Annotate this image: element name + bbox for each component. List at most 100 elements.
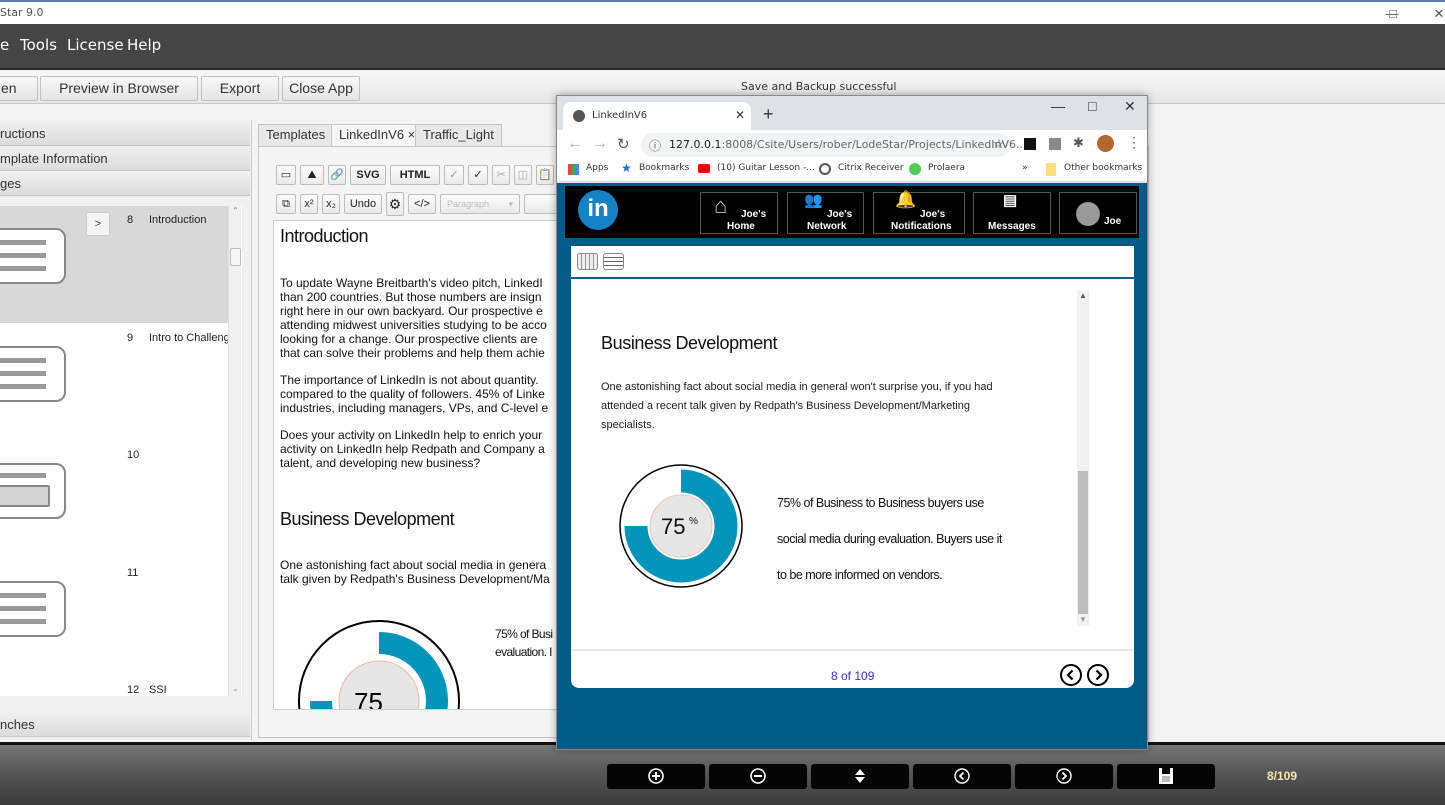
page-list-item[interactable]: 10: [0, 441, 228, 558]
close-button[interactable]: ✕: [1416, 4, 1445, 24]
close-tab-icon[interactable]: ✕: [735, 108, 745, 122]
superscript-icon[interactable]: x²: [300, 194, 318, 214]
html-button[interactable]: HTML: [390, 165, 440, 185]
check-icon[interactable]: ✓: [468, 165, 488, 185]
bookmark-other[interactable]: Other bookmarks: [1064, 163, 1142, 173]
star-icon[interactable]: ☆: [993, 136, 1005, 152]
scroll-up-icon[interactable]: ▲: [1079, 291, 1087, 300]
expand-button[interactable]: >: [86, 212, 110, 236]
tab-traffic-light[interactable]: Traffic_Light: [415, 124, 502, 146]
browser-maximize-button[interactable]: □: [1088, 98, 1096, 114]
bookmark-prolaera[interactable]: Prolaera: [928, 163, 965, 173]
bookmark-guitar-lesson[interactable]: (10) Guitar Lesson -...: [717, 163, 815, 173]
previous-button[interactable]: [913, 764, 1011, 789]
accordion-instructions[interactable]: ructions: [0, 121, 250, 146]
zoom-in-button[interactable]: [607, 764, 705, 789]
browser-minimize-button[interactable]: —: [1051, 98, 1065, 114]
accordion-launches[interactable]: nches: [0, 712, 250, 737]
scroll-up-icon[interactable]: ⌃: [230, 206, 241, 216]
reload-icon[interactable]: ↻: [617, 135, 630, 153]
sort-icon: [855, 769, 865, 783]
svg-button[interactable]: SVG: [350, 165, 386, 185]
page-list-item[interactable]: 12 SSI: [0, 676, 228, 696]
menu-license[interactable]: License: [67, 36, 124, 54]
format-select[interactable]: Paragraph ▾: [440, 194, 520, 214]
tab-linkedinv6[interactable]: LinkedInV6 ×: [331, 124, 424, 146]
nav-messages-button[interactable]: ▤ Messages: [973, 192, 1051, 234]
grid-view-icon[interactable]: [577, 253, 598, 270]
address-bar[interactable]: ⓘ 127.0.0.1:8008/Csite/Users/rober/LodeS…: [641, 133, 1027, 157]
spellcheck-icon[interactable]: ✓: [444, 165, 464, 185]
export-button[interactable]: Export: [201, 76, 279, 101]
accordion-pages[interactable]: ges: [0, 171, 250, 196]
browser-close-button[interactable]: ✕: [1124, 98, 1136, 115]
minus-circle-icon: [750, 768, 766, 784]
page-list-item[interactable]: > 8 Introduction: [0, 206, 228, 323]
card-footer: 8 of 109: [571, 649, 1134, 688]
close-app-button[interactable]: Close App: [282, 76, 360, 101]
menu-file[interactable]: e: [0, 36, 9, 54]
bookmark-apps[interactable]: Apps: [586, 163, 608, 173]
next-page-button[interactable]: [1086, 663, 1110, 687]
page-list-item[interactable]: 9 Intro to Challeng: [0, 324, 230, 441]
next-button[interactable]: [1015, 764, 1113, 789]
maximize-button[interactable]: □: [1370, 4, 1416, 24]
bookmark-citrix-receiver[interactable]: Citrix Receiver: [838, 163, 904, 173]
cut-icon[interactable]: ✂: [492, 165, 510, 185]
forward-icon[interactable]: →: [592, 135, 608, 153]
save-button[interactable]: [1117, 764, 1215, 789]
profile-avatar[interactable]: [1097, 135, 1114, 152]
linkedin-logo[interactable]: in: [578, 190, 618, 230]
scroll-down-icon[interactable]: ⌄: [230, 684, 241, 694]
image-icon[interactable]: ⛰: [300, 165, 324, 185]
browser-tab[interactable]: LinkedInV6 ✕: [563, 102, 751, 132]
page-list-item[interactable]: 11: [0, 559, 228, 676]
status-message: Save and Backup successful: [741, 80, 897, 93]
duplicate-icon[interactable]: ⧉: [276, 194, 296, 214]
gear-icon[interactable]: ⚙: [386, 192, 404, 216]
list-view-icon[interactable]: [603, 253, 624, 270]
page-list-scrollbar[interactable]: ⌃ ⌄: [228, 206, 241, 696]
app-title: Star 9.0: [0, 6, 44, 19]
template-icon[interactable]: ▭: [276, 165, 296, 185]
preview-in-browser-button[interactable]: Preview in Browser: [40, 76, 198, 101]
nav-profile-button[interactable]: Joe: [1059, 192, 1137, 234]
scrollbar-thumb[interactable]: [230, 248, 241, 266]
scrollbar-thumb[interactable]: [1078, 471, 1088, 614]
link-icon[interactable]: 🔗: [328, 165, 346, 185]
extension-g-icon[interactable]: [1049, 138, 1061, 150]
source-code-button[interactable]: </>: [408, 194, 436, 214]
more-menu-icon[interactable]: ⋮: [1127, 134, 1141, 151]
scroll-down-icon[interactable]: ▼: [1079, 615, 1087, 624]
tab-templates[interactable]: Templates: [258, 124, 334, 146]
editor-heading-introduction: Introduction: [280, 226, 369, 246]
messages-icon: ▤: [1003, 192, 1018, 209]
page-thumbnail-icon: [0, 463, 66, 519]
bookmark-bookmarks[interactable]: Bookmarks: [639, 163, 689, 173]
nav-network-button[interactable]: 👥 Joe's Network: [787, 192, 864, 234]
extensions-puzzle-icon[interactable]: ✱: [1073, 135, 1084, 151]
page-number: 9: [127, 332, 134, 344]
undo-button[interactable]: Undo: [344, 194, 382, 214]
extension-jb-icon[interactable]: [1024, 138, 1036, 150]
menu-tools[interactable]: Tools: [20, 36, 57, 54]
subscript-icon[interactable]: x₂: [322, 194, 340, 214]
editor-content[interactable]: Introduction To update Wayne Breitbarth'…: [273, 220, 563, 710]
menu-help[interactable]: Help: [127, 36, 161, 54]
reorder-button[interactable]: [811, 764, 909, 789]
previous-page-button[interactable]: [1059, 663, 1083, 687]
nav-notifications-button[interactable]: 🔔 Joe's Notifications: [873, 191, 965, 234]
accordion-template-information[interactable]: mplate Information: [0, 146, 250, 171]
paste-icon[interactable]: 📋: [536, 165, 554, 185]
back-icon[interactable]: ←: [567, 135, 583, 153]
open-button[interactable]: en: [0, 76, 38, 101]
new-tab-button[interactable]: +: [763, 104, 774, 125]
prolaera-icon: [909, 163, 921, 175]
browser-tab-title: LinkedInV6: [592, 110, 648, 121]
content-scrollbar[interactable]: ▲ ▼: [1077, 291, 1089, 626]
text-line: compared to the quality of followers. 45…: [280, 387, 545, 401]
zoom-out-button[interactable]: [709, 764, 807, 789]
copy-icon[interactable]: ◫: [514, 165, 532, 185]
nav-home-button[interactable]: ⌂ Joe's Home: [700, 192, 778, 234]
bookmarks-overflow-button[interactable]: »: [1022, 163, 1028, 173]
